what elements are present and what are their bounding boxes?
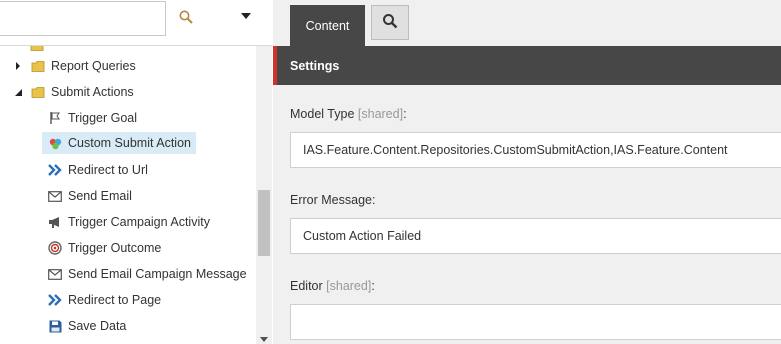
section-title: Settings	[290, 58, 340, 73]
tree-item-label: Submit Actions	[51, 85, 134, 99]
content-tree: Report Queries Submit Actions Trigger Go…	[0, 46, 256, 344]
folder-icon	[31, 86, 46, 99]
palette-icon	[47, 135, 63, 151]
tree-item-label: Custom Submit Action	[68, 136, 191, 150]
search-icon	[382, 13, 398, 32]
megaphone-icon	[47, 214, 63, 230]
field-label-text: Editor	[290, 279, 323, 293]
field-label-suffix: :	[403, 107, 407, 121]
folder-icon	[30, 46, 45, 52]
settings-section-header[interactable]: Settings	[273, 46, 781, 85]
tree-item-label: Redirect to Page	[68, 293, 162, 307]
shared-marker: [shared]	[326, 279, 372, 293]
target-icon	[47, 240, 63, 256]
field-label-suffix: :	[371, 279, 375, 293]
tree-search-bar	[0, 0, 272, 46]
tab-content[interactable]: Content	[290, 5, 365, 46]
tree-item-trigger-outcome[interactable]: Trigger Outcome	[47, 237, 161, 259]
folder-icon	[31, 60, 46, 73]
tree-search-input[interactable]	[0, 1, 166, 36]
tree-item-trigger-campaign-activity[interactable]: Trigger Campaign Activity	[47, 211, 210, 233]
tree-item-label: Trigger Outcome	[68, 241, 162, 255]
tree-item-label: Send Email Campaign Message	[68, 267, 247, 281]
scrollbar-thumb[interactable]	[258, 190, 270, 256]
tree-item-custom-submit-action[interactable]: Custom Submit Action	[42, 132, 196, 154]
collapse-arrow-icon[interactable]	[14, 88, 22, 96]
tree-scrollbar[interactable]	[256, 46, 272, 344]
tree-item-label: Trigger Goal	[68, 111, 138, 125]
envelope-icon	[47, 188, 63, 204]
tree-item-label: Save Data	[68, 319, 127, 333]
tree-item-label: Send Email	[68, 189, 132, 203]
model-type-field[interactable]: IAS.Feature.Content.Repositories.CustomS…	[290, 132, 781, 168]
model-type-label: Model Type [shared]:	[290, 107, 407, 121]
content-tree-panel: Report Queries Submit Actions Trigger Go…	[0, 0, 272, 344]
tree-item-submit-actions[interactable]: Submit Actions	[14, 81, 134, 103]
error-message-field[interactable]: Custom Action Failed	[290, 218, 781, 254]
double-chevron-icon	[47, 162, 63, 178]
tree-item-redirect-to-page[interactable]: Redirect to Page	[47, 289, 161, 311]
tab-search[interactable]	[371, 5, 409, 40]
chevron-down-icon[interactable]	[241, 13, 251, 19]
goal-flag-icon	[47, 110, 63, 126]
tree-item-trigger-goal[interactable]: Trigger Goal	[47, 107, 137, 129]
tree-item-report-queries[interactable]: Report Queries	[14, 55, 136, 77]
editor-panel: Content Settings Model Type [shared]: IA…	[273, 0, 781, 344]
scroll-down-arrow-icon[interactable]	[260, 337, 268, 342]
tree-item-redirect-to-url[interactable]: Redirect to Url	[47, 159, 148, 181]
editor-tabbar: Content	[273, 0, 781, 46]
shared-marker: [shared]	[357, 107, 404, 121]
tree-item-send-email[interactable]: Send Email	[47, 185, 132, 207]
error-message-label: Error Message:	[290, 193, 376, 207]
field-label-text: Model Type	[290, 107, 355, 121]
expand-arrow-icon[interactable]	[14, 62, 22, 70]
search-icon[interactable]	[178, 9, 194, 25]
tree-item-send-email-campaign-message[interactable]: Send Email Campaign Message	[47, 263, 247, 285]
tree-item-label: Redirect to Url	[68, 163, 148, 177]
double-chevron-icon	[47, 292, 63, 308]
editor-field[interactable]	[290, 304, 781, 340]
tree-item-label: Report Queries	[51, 59, 136, 73]
editor-label: Editor [shared]:	[290, 279, 375, 293]
envelope-icon	[47, 266, 63, 282]
floppy-disk-icon	[47, 318, 63, 334]
tree-item-save-data[interactable]: Save Data	[47, 315, 126, 337]
tree-item-label: Trigger Campaign Activity	[68, 215, 210, 229]
